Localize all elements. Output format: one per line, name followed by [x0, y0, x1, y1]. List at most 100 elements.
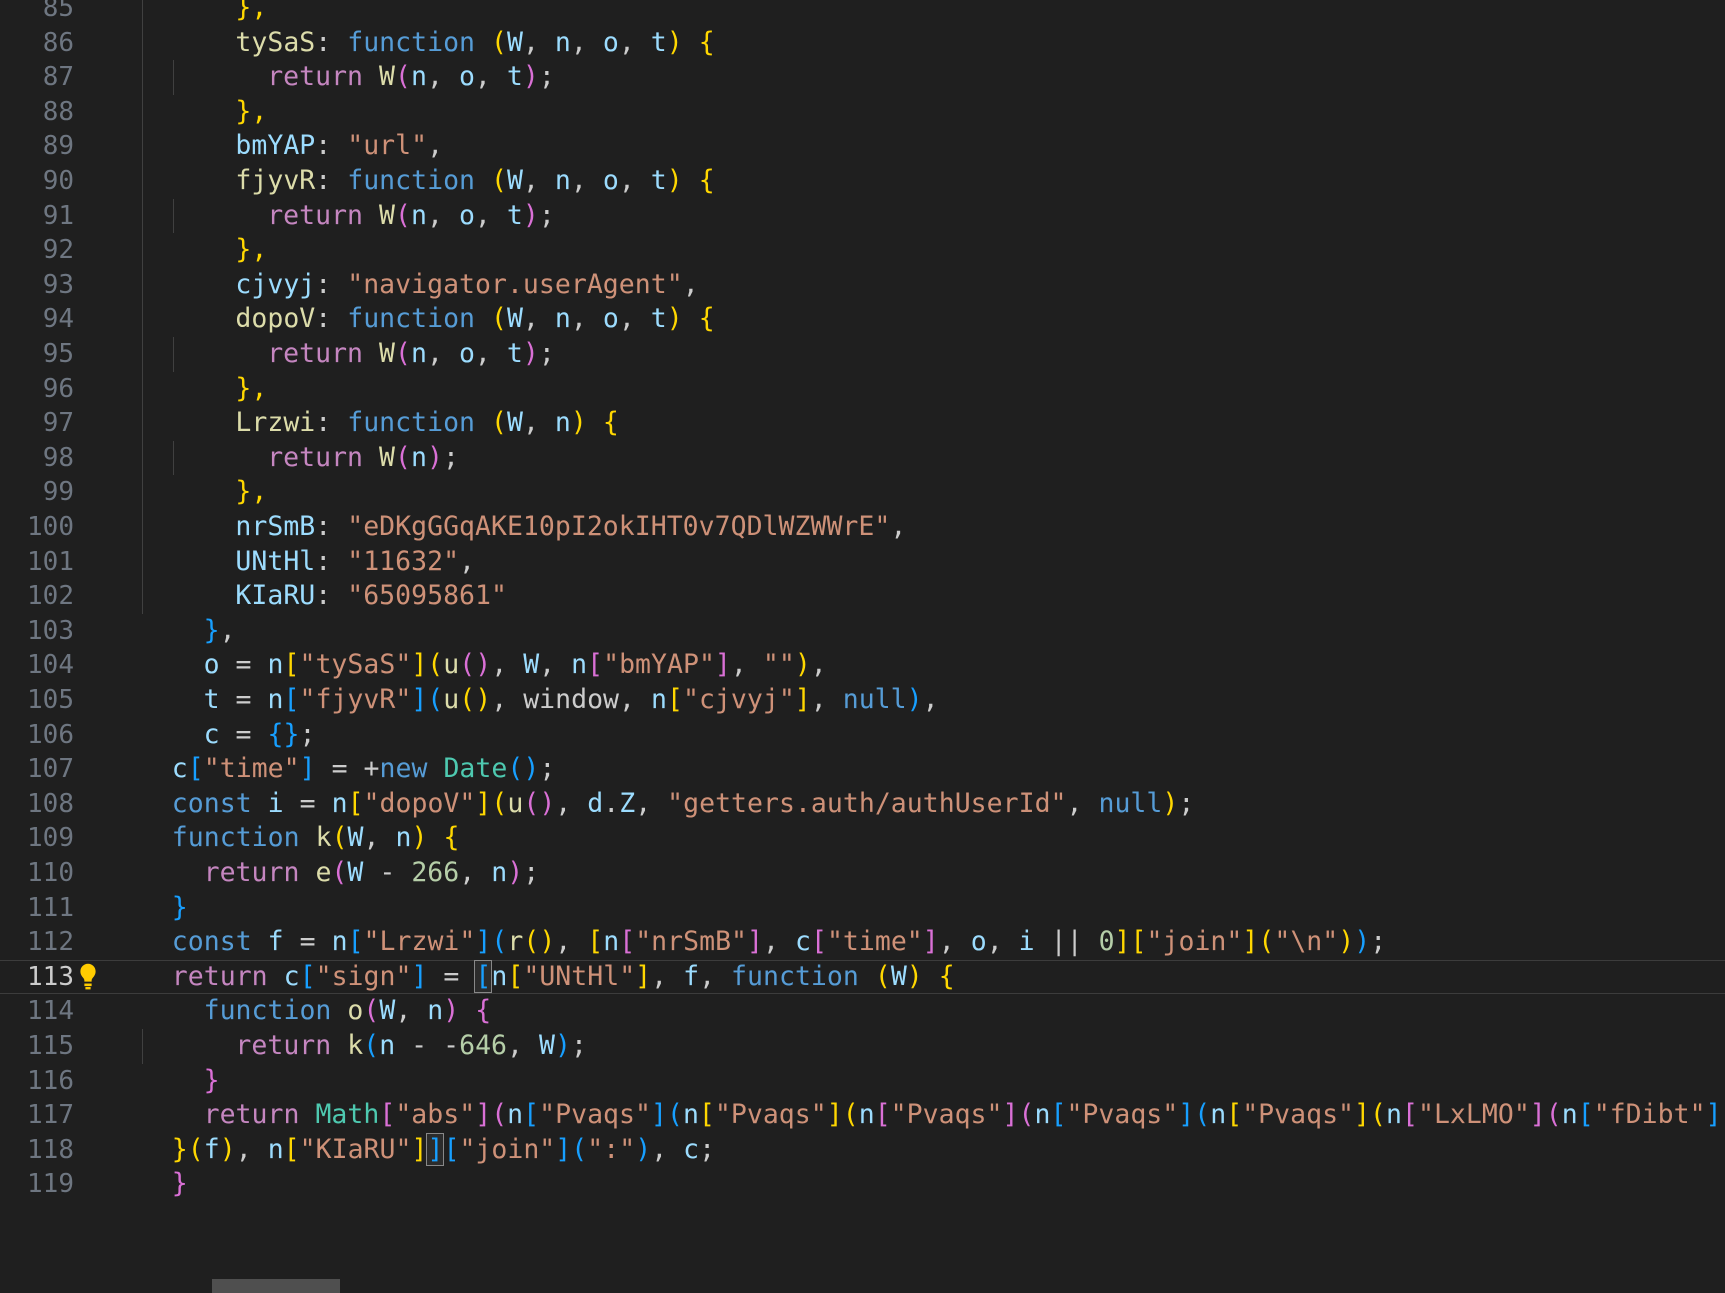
code-token: ,: [555, 787, 588, 819]
line-number: 98: [42, 442, 74, 473]
code-line[interactable]: function o(W, n) {: [0, 994, 1725, 1029]
line-number: 112: [27, 927, 74, 958]
code-token: ]: [1354, 1099, 1371, 1131]
code-line[interactable]: return c["sign"] = [n["UNtHl"], f, funct…: [0, 959, 1725, 995]
overview-ruler[interactable]: [1711, 0, 1725, 1293]
code-token: =: [283, 926, 332, 958]
line-number: 111: [27, 892, 74, 923]
code-token: ,: [763, 926, 795, 958]
code-line[interactable]: function k(W, n) {: [0, 821, 1725, 856]
code-token: new: [379, 753, 428, 785]
code-line[interactable]: tySaS: function (W, n, o, t) {: [0, 26, 1725, 61]
code-line[interactable]: },: [0, 475, 1725, 510]
code-token: (: [507, 753, 524, 785]
code-line[interactable]: }(f), n["KIaRU"]]["join"](":"), c;: [0, 1132, 1725, 1168]
code-line[interactable]: }: [0, 1167, 1725, 1202]
line-number: 91: [42, 200, 74, 231]
code-line[interactable]: KIaRU: "65095861": [0, 579, 1725, 614]
code-line[interactable]: return W(n);: [0, 441, 1725, 476]
code-line[interactable]: const f = n["Lrzwi"](r(), [n["nrSmB"], c…: [0, 925, 1725, 960]
line-number: 106: [27, 719, 74, 750]
code-token: o: [458, 199, 475, 231]
code-token: =: [219, 684, 268, 715]
code-token: n: [554, 26, 571, 58]
code-line[interactable]: },: [0, 95, 1725, 130]
lightbulb-icon[interactable]: [74, 960, 102, 995]
code-token: o: [970, 926, 987, 958]
code-token: W: [523, 649, 540, 681]
code-line[interactable]: UNtHl: "11632",: [0, 545, 1725, 580]
code-line[interactable]: },: [0, 614, 1725, 649]
code-token: ): [475, 684, 492, 715]
code-line-text: },: [235, 233, 267, 268]
code-token: "url": [347, 130, 428, 162]
code-line[interactable]: return k(n - -646, W);: [0, 1029, 1725, 1064]
code-line[interactable]: },: [0, 233, 1725, 268]
code-line[interactable]: return W(n, o, t);: [0, 60, 1725, 95]
code-token: W: [379, 338, 396, 369]
code-token: ,: [618, 165, 651, 196]
code-token: }: [203, 1064, 220, 1096]
code-token: ;: [442, 441, 459, 473]
code-line-text: },: [204, 614, 236, 649]
code-line[interactable]: },: [0, 372, 1725, 407]
code-line[interactable]: return e(W - 266, n);: [0, 856, 1725, 891]
code-token: (: [459, 649, 476, 681]
code-line[interactable]: bmYAP: "url",: [0, 129, 1725, 164]
code-editor[interactable]: }, tySaS: function (W, n, o, t) {return W…: [0, 0, 1725, 1293]
code-token: function: [203, 995, 332, 1027]
code-line[interactable]: nrSmB: "eDKgGGqAKE10pI2okIHT0v7QDlWZWWrE…: [0, 510, 1725, 545]
code-token: o: [458, 61, 475, 93]
code-line[interactable]: return W(n, o, t);: [0, 199, 1725, 234]
line-number: 100: [27, 512, 74, 542]
horizontal-scrollbar-thumb[interactable]: [212, 1279, 340, 1293]
line-number: 93: [42, 269, 74, 300]
code-token: f: [683, 960, 700, 992]
code-token: r: [507, 926, 524, 958]
code-line[interactable]: o = n["tySaS"](u(), W, n["bmYAP"], ""),: [0, 648, 1725, 683]
code-token: ,: [922, 684, 939, 715]
code-line[interactable]: c["time"] = +new Date();: [0, 752, 1725, 787]
code-line[interactable]: dopoV: function (W, n, o, t) {: [0, 302, 1725, 337]
code-token: W: [506, 303, 523, 335]
code-line[interactable]: return W(n, o, t);: [0, 337, 1725, 372]
code-line[interactable]: c = {};: [0, 718, 1725, 753]
editor-gutter[interactable]: 85 86 87 88 89 90 91 92 93 94 95 96 97 98 99 100 101 102 1…: [0, 0, 140, 1293]
code-line[interactable]: fjyvR: function (W, n, o, t) {: [0, 164, 1725, 199]
code-line[interactable]: t = n["fjyvR"](u(), window, n["cjvyj"], …: [0, 683, 1725, 718]
horizontal-scrollbar[interactable]: [0, 1279, 1725, 1293]
line-number: 119: [27, 1169, 74, 1200]
code-token: "\n": [1274, 926, 1339, 958]
code-token: [: [1226, 1099, 1243, 1131]
code-token: ]: [1114, 926, 1131, 958]
code-token: {: [443, 822, 460, 854]
code-token: ,: [986, 926, 1019, 958]
code-token: n: [554, 303, 571, 335]
code-token: ): [539, 926, 556, 958]
code-token: const: [171, 787, 252, 819]
code-token: function: [347, 303, 476, 335]
code-token: o: [203, 649, 220, 681]
code-token: :: [315, 511, 348, 542]
code-line[interactable]: },: [0, 0, 1725, 26]
code-token: ]: [1002, 1099, 1019, 1131]
code-token: (: [331, 822, 348, 854]
code-content[interactable]: }, tySaS: function (W, n, o, t) {return W…: [0, 0, 1725, 1293]
code-line-text: }(f), n["KIaRU"]]["join"](":"), c;: [172, 1132, 715, 1168]
code-line[interactable]: }: [0, 891, 1725, 926]
code-line[interactable]: return Math["abs"](n["Pvaqs"](n["Pvaqs"]…: [0, 1098, 1725, 1133]
code-token: "Lrzwi": [363, 926, 476, 958]
code-line[interactable]: cjvyj: "navigator.userAgent",: [0, 268, 1725, 303]
code-line-text: },: [235, 95, 267, 130]
code-token: ): [794, 649, 811, 681]
code-token: ): [570, 407, 587, 439]
code-token: (: [1545, 1099, 1562, 1131]
code-token: ,: [507, 1030, 539, 1061]
code-line[interactable]: }: [0, 1064, 1725, 1099]
code-line[interactable]: const i = n["dopoV"](u(), d.Z, "getters.…: [0, 787, 1725, 822]
code-line[interactable]: Lrzwi: function (W, n) {: [0, 406, 1725, 441]
